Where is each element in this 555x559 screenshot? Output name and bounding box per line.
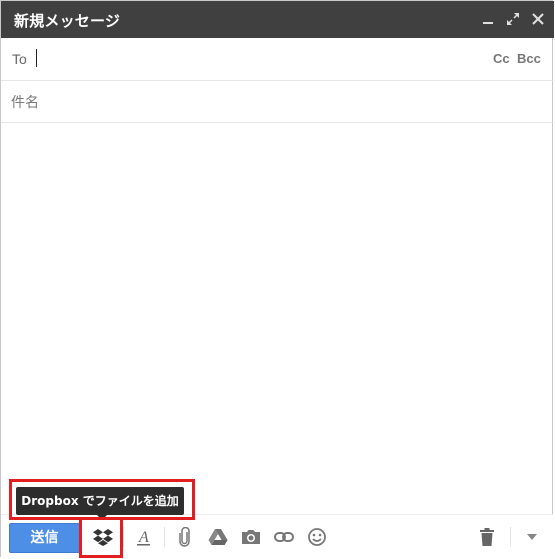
emoji-icon[interactable]	[306, 526, 328, 548]
bcc-link[interactable]: Bcc	[517, 51, 541, 66]
compose-window: 新規メッセージ To Cc Bcc 送信	[0, 0, 554, 558]
expand-icon[interactable]	[504, 10, 522, 28]
compose-toolbar: 送信 A	[1, 514, 554, 558]
dropbox-tooltip: Dropbox でファイルを追加	[16, 487, 184, 515]
svg-text:A: A	[138, 529, 149, 546]
to-label: To	[12, 51, 27, 67]
compose-titlebar[interactable]: 新規メッセージ	[1, 1, 554, 38]
to-field[interactable]: To Cc Bcc	[1, 38, 554, 81]
more-options-icon[interactable]	[521, 526, 543, 548]
cc-link[interactable]: Cc	[493, 51, 510, 66]
trash-icon[interactable]	[476, 526, 498, 548]
photo-icon[interactable]	[240, 526, 262, 548]
text-cursor	[36, 49, 37, 67]
formatting-icon[interactable]: A	[132, 526, 154, 548]
dropbox-icon[interactable]	[92, 526, 114, 548]
close-icon[interactable]	[529, 10, 547, 28]
minimize-icon[interactable]	[479, 10, 497, 28]
tooltip-arrow	[96, 514, 108, 520]
subject-row	[1, 81, 554, 123]
toolbar-divider	[123, 527, 124, 547]
compose-title: 新規メッセージ	[14, 12, 121, 30]
toolbar-divider	[164, 527, 165, 547]
subject-input[interactable]	[11, 93, 531, 113]
attach-icon[interactable]	[174, 526, 196, 548]
link-icon[interactable]	[273, 526, 295, 548]
message-body[interactable]	[1, 123, 554, 513]
toolbar-divider	[510, 527, 511, 547]
drive-icon[interactable]	[207, 526, 229, 548]
send-button[interactable]: 送信	[9, 523, 80, 553]
